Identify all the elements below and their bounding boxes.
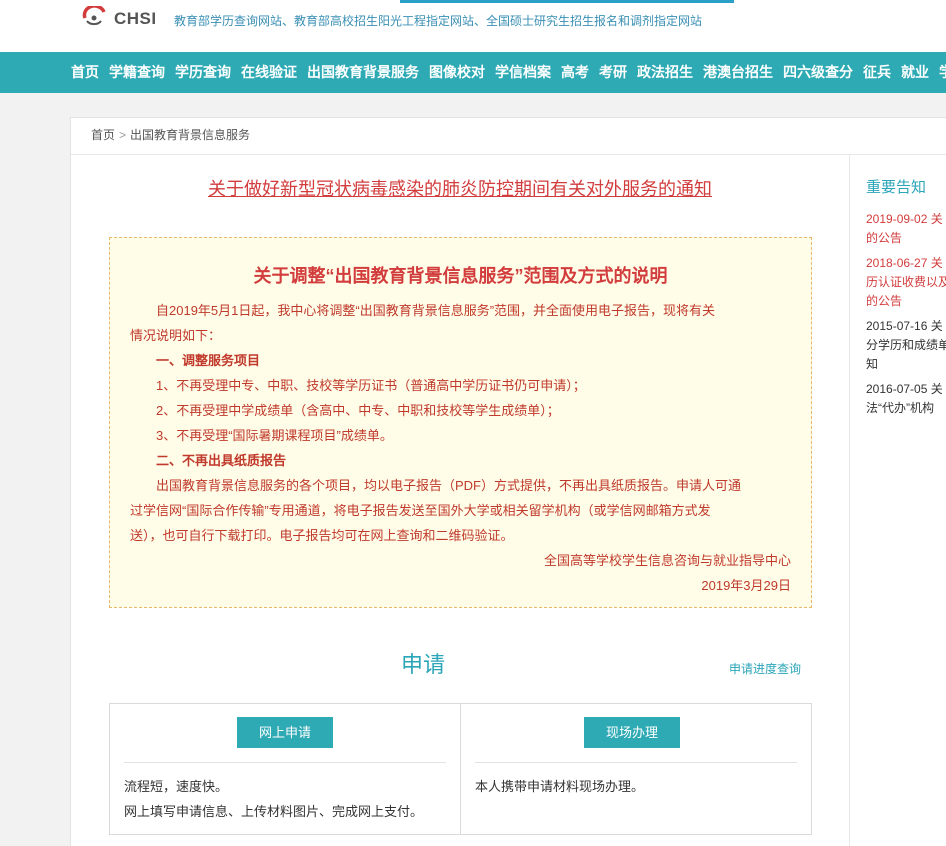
nav-item-overseas-service[interactable]: 出国教育背景服务 <box>302 52 424 93</box>
online-apply-line-2: 网上填写申请信息、上传材料图片、完成网上支付。 <box>124 804 424 819</box>
onsite-apply-panel: 现场办理 本人携带申请材料现场办理。 <box>461 704 811 834</box>
main-panel: 首页 > 出国教育背景信息服务 关于做好新型冠状病毒感染的肺炎防控期间有关对外服务的… <box>70 117 946 846</box>
header-accent-bar <box>400 0 734 3</box>
onsite-apply-desc: 本人携带申请材料现场办理。 <box>475 774 644 799</box>
content-divider <box>849 155 850 846</box>
nav-item-archive[interactable]: 学信档案 <box>490 52 556 93</box>
apply-options: 网上申请 流程短，速度快。 网上填写申请信息、上传材料图片、完成网上支付。 现场… <box>109 703 812 835</box>
sidebar-notice-item[interactable]: 2019-09-02 关 的公告 <box>866 210 946 248</box>
main-nav: 首页 学籍查询 学历查询 在线验证 出国教育背景服务 图像校对 学信档案 高考 … <box>0 52 946 93</box>
nav-item-employment[interactable]: 就业 <box>896 52 934 93</box>
important-notices-sidebar: 重要告知 2019-09-02 关 的公告 2018-06-27 关 历认证收费… <box>866 176 946 424</box>
onsite-apply-line-1: 本人携带申请材料现场办理。 <box>475 779 645 794</box>
site-tagline: 教育部学历查询网站、教育部高校招生阳光工程指定网站、全国硕士研究生招生报名和调剂… <box>174 14 703 28</box>
epidemic-notice-link[interactable]: 关于做好新型冠状病毒感染的肺炎防控期间有关对外服务的通知 <box>71 175 849 201</box>
online-apply-button[interactable]: 网上申请 <box>237 717 333 748</box>
notice-item-2: 2、不再受理中学成绩单（含高中、中专、中职和技校等学生成绩单）； <box>156 403 560 418</box>
online-apply-desc: 流程短，速度快。 网上填写申请信息、上传材料图片、完成网上支付。 <box>124 774 423 824</box>
nav-item-online-verify[interactable]: 在线验证 <box>236 52 302 93</box>
breadcrumb-current: 出国教育背景信息服务 <box>130 128 251 142</box>
notice-title: 关于调整“出国教育背景信息服务”范围及方式的说明 <box>253 266 668 286</box>
nav-item-degree-query[interactable]: 学历查询 <box>170 52 236 93</box>
notice-item-3: 3、不再受理“国际暑期课程项目”成绩单。 <box>156 428 393 443</box>
notice-intro: 自2019年5月1日起，我中心将调整“出国教育背景信息服务”范围，并全面使用电子… <box>156 303 716 318</box>
nav-item-conscription[interactable]: 征兵 <box>858 52 896 93</box>
sidebar-notice-item[interactable]: 2015-07-16 关 分学历和成绩单 知 <box>866 317 946 374</box>
chsi-logo[interactable]: CHSI <box>82 6 162 32</box>
sidebar-title: 重要告知 <box>866 179 927 196</box>
section-title-no-paper: 二、不再出具纸质报告 <box>156 453 287 468</box>
apply-progress-link[interactable]: 申请进度查询 <box>729 660 801 677</box>
nav-item-law-enroll[interactable]: 政法招生 <box>632 52 698 93</box>
nav-item-image-check[interactable]: 图像校对 <box>424 52 490 93</box>
onsite-apply-divider <box>475 762 797 763</box>
nav-item-hkmt-enroll[interactable]: 港澳台招生 <box>698 52 778 93</box>
notice-item-1: 1、不再受理中专、中职、技校等学历证书（普通高中学历证书仍可申请）； <box>156 378 586 393</box>
online-apply-divider <box>124 762 446 763</box>
site-header: CHSI 教育部学历查询网站、教育部高校招生阳光工程指定网站、全国硕士研究生招生… <box>0 0 946 52</box>
notice-intro-cont: 情况说明如下： <box>130 328 222 343</box>
notice-signature: 全国高等学校学生信息咨询与就业指导中心 <box>543 553 791 568</box>
nav-item-gaokao[interactable]: 高考 <box>556 52 594 93</box>
breadcrumb-home[interactable]: 首页 <box>91 128 115 142</box>
nav-item-student-status[interactable]: 学籍查询 <box>104 52 170 93</box>
online-apply-panel: 网上申请 流程短，速度快。 网上填写申请信息、上传材料图片、完成网上支付。 <box>110 704 461 834</box>
breadcrumb: 首页 > 出国教育背景信息服务 <box>71 118 946 155</box>
nav-item-more[interactable]: 学 <box>934 52 946 93</box>
notice-body-1: 出国教育背景信息服务的各个项目，均以电子报告（PDF）方式提供，不再出具纸质报告… <box>156 478 742 493</box>
apply-section-title: 申请 <box>401 652 446 677</box>
chsi-logo-icon <box>82 6 106 26</box>
sidebar-notice-item[interactable]: 2018-06-27 关 历认证收费以及 的公告 <box>866 254 946 311</box>
nav-item-cet-score[interactable]: 四六级查分 <box>778 52 858 93</box>
breadcrumb-separator: > <box>119 128 127 142</box>
adjustment-notice-box: 关于调整“出国教育背景信息服务”范围及方式的说明 自2019年5月1日起，我中心… <box>109 237 812 608</box>
nav-item-home[interactable]: 首页 <box>66 52 104 93</box>
nav-item-kaoyan[interactable]: 考研 <box>594 52 632 93</box>
notice-body-3: 送），也可自行下载打印。电子报告均可在网上查询和二维码验证。 <box>130 528 514 543</box>
sidebar-notice-item[interactable]: 2016-07-05 关 法“代办”机构 <box>866 380 946 418</box>
notice-date: 2019年3月29日 <box>701 578 791 593</box>
onsite-apply-button[interactable]: 现场办理 <box>584 717 680 748</box>
online-apply-line-1: 流程短，速度快。 <box>124 779 229 794</box>
logo-text: CHSI <box>114 9 157 28</box>
notice-body-2: 过学信网“国际合作传输”专用通道，将电子报告发送至国外大学或相关留学机构（或学信… <box>130 503 711 518</box>
section-title-adjust: 一、调整服务项目 <box>156 353 261 368</box>
